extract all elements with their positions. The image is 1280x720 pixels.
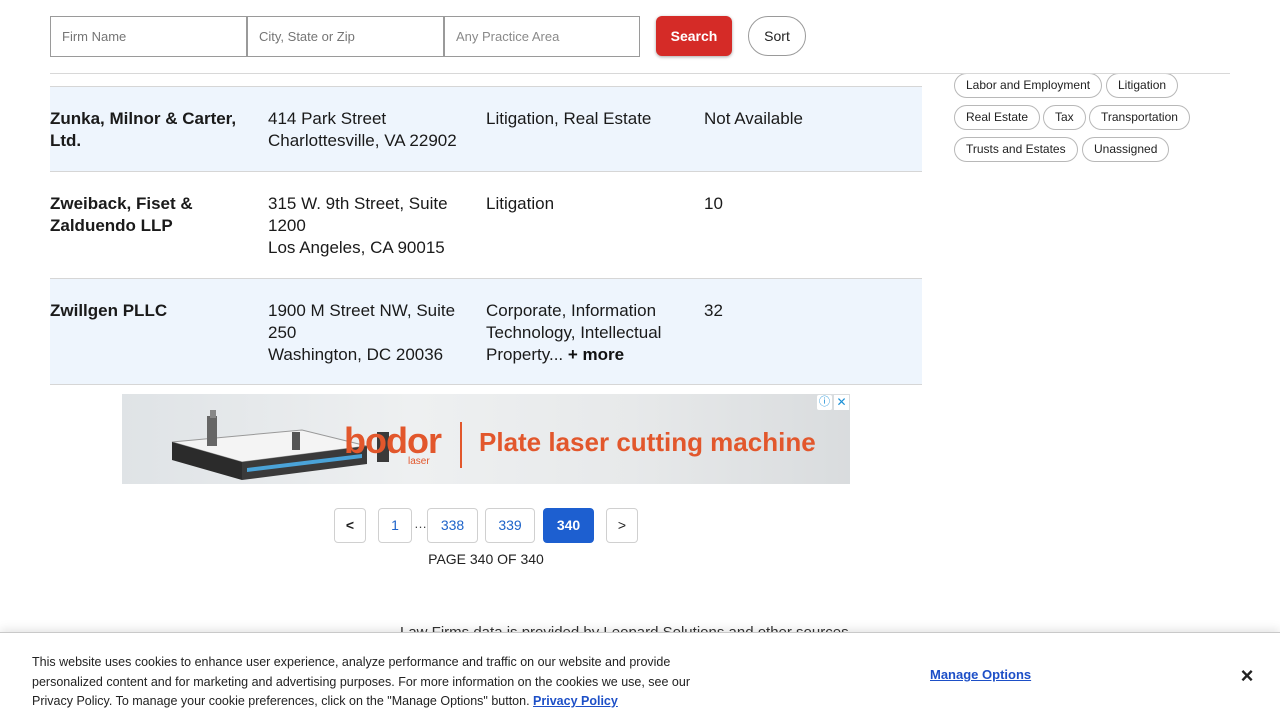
cookie-banner: This website uses cookies to enhance use… <box>0 632 1280 720</box>
more-practice-areas-link[interactable]: + more <box>568 345 624 364</box>
advertisement-banner[interactable]: bodor laser Plate laser cutting machine … <box>122 394 850 484</box>
results-table: Zunka, Milnor & Carter, Ltd. 414 Park St… <box>50 86 922 385</box>
firm-name[interactable]: Zweiback, Fiset & Zalduendo LLP <box>50 193 250 237</box>
cookie-text: This website uses cookies to enhance use… <box>32 653 712 712</box>
practice-chip-litigation[interactable]: Litigation <box>1106 73 1179 98</box>
firm-name-input[interactable] <box>50 16 247 57</box>
firm-address: 1900 M Street NW, Suite 250 Washington, … <box>268 300 473 366</box>
pagination-ellipsis: … <box>414 516 427 531</box>
ad-close-icon[interactable]: ✕ <box>834 395 849 410</box>
sort-button[interactable]: Sort <box>748 16 806 56</box>
address-line: 315 W. 9th Street, Suite 1200 <box>268 194 448 235</box>
pagination-page-current[interactable]: 340 <box>543 508 594 543</box>
practice-chip-tax[interactable]: Tax <box>1043 105 1086 130</box>
practice-areas: Corporate, Information Technology, Intel… <box>486 300 686 366</box>
firm-name[interactable]: Zunka, Milnor & Carter, Ltd. <box>50 108 250 152</box>
pagination-page-338[interactable]: 338 <box>427 508 478 543</box>
page: Law Firms data is provided by Leopard So… <box>0 0 1280 720</box>
practice-area-select[interactable]: Any Practice Area <box>444 16 640 57</box>
practice-chip-unassigned[interactable]: Unassigned <box>1082 137 1170 162</box>
address-city: Los Angeles, CA 90015 <box>268 238 445 257</box>
address-line: 414 Park Street <box>268 109 387 128</box>
table-row: Zunka, Milnor & Carter, Ltd. 414 Park St… <box>50 86 922 171</box>
practice-chip-transportation[interactable]: Transportation <box>1089 105 1190 130</box>
pagination-page-1[interactable]: 1 <box>378 508 412 543</box>
privacy-policy-link[interactable]: Privacy Policy <box>533 694 618 708</box>
location-input[interactable] <box>247 16 444 57</box>
manage-options-button[interactable]: Manage Options <box>930 667 1031 682</box>
search-button[interactable]: Search <box>656 16 732 56</box>
search-bar: Any Practice Area Search Sort <box>0 0 1280 74</box>
firm-address: 315 W. 9th Street, Suite 1200 Los Angele… <box>268 193 473 259</box>
practice-chip-labor[interactable]: Labor and Employment <box>954 73 1103 98</box>
pagination-next-button[interactable]: > <box>606 508 638 543</box>
close-icon[interactable]: × <box>1236 665 1258 687</box>
pagination-status: PAGE 340 OF 340 <box>428 551 544 567</box>
ad-brand-sub: laser <box>408 456 430 467</box>
search-bar-divider <box>50 73 1230 74</box>
practice-chip-trusts-estates[interactable]: Trusts and Estates <box>954 137 1078 162</box>
address-city: Washington, DC 20036 <box>268 345 444 364</box>
ad-tagline: Plate laser cutting machine <box>479 427 816 457</box>
firm-name[interactable]: Zwillgen PLLC <box>50 300 250 322</box>
firm-size: 10 <box>704 194 723 213</box>
table-row: Zwillgen PLLC 1900 M Street NW, Suite 25… <box>50 278 922 385</box>
firm-address: 414 Park Street Charlottesville, VA 2290… <box>268 108 473 152</box>
pagination-prev-button[interactable]: < <box>334 508 366 543</box>
practice-areas: Litigation <box>486 194 555 213</box>
adchoices-icon[interactable]: ⓘ <box>817 395 832 410</box>
pagination-page-339[interactable]: 339 <box>485 508 535 543</box>
firm-size: 32 <box>704 301 723 320</box>
firm-size: Not Available <box>704 109 803 128</box>
address-city: Charlottesville, VA 22902 <box>268 131 457 150</box>
practice-areas: Litigation, Real Estate <box>486 109 652 128</box>
address-line: 1900 M Street NW, Suite 250 <box>268 301 456 342</box>
ad-divider <box>460 422 462 468</box>
practice-chip-real-estate[interactable]: Real Estate <box>954 105 1041 130</box>
table-row: Zweiback, Fiset & Zalduendo LLP 315 W. 9… <box>50 171 922 278</box>
